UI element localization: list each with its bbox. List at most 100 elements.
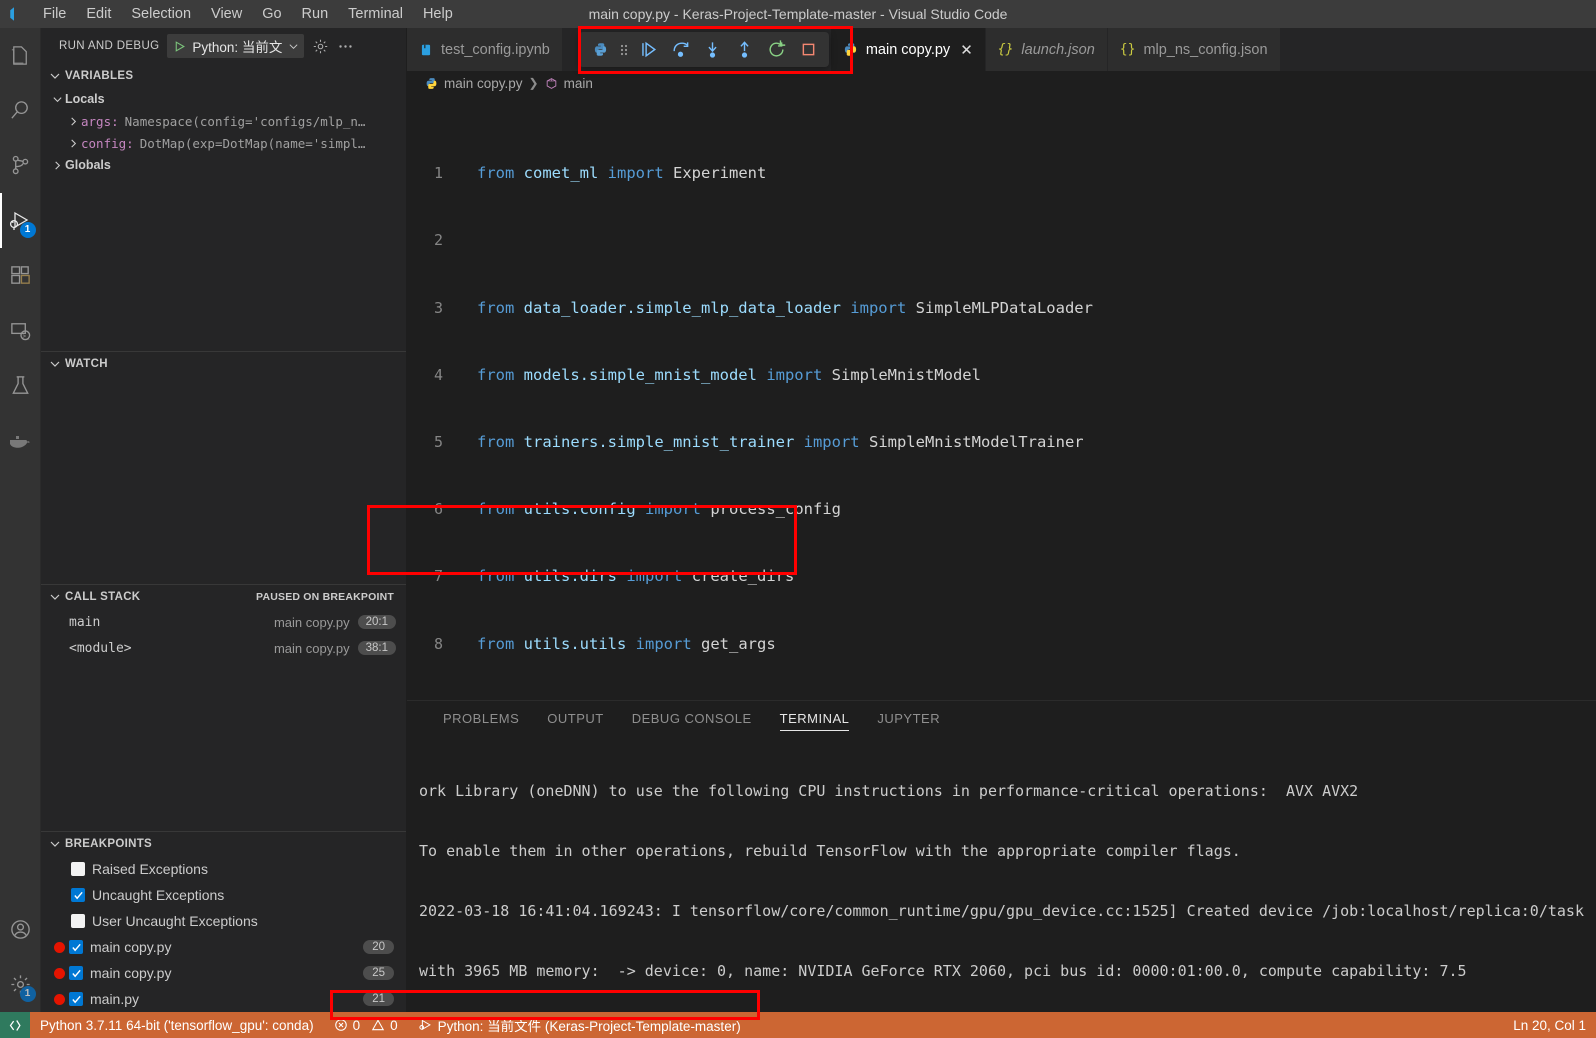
code-content[interactable]: 1 from comet_ml import Experiment 2 3 from…	[407, 95, 1596, 700]
line-number: 5	[433, 433, 443, 452]
breakpoint-file-label: main copy.py	[90, 939, 172, 955]
menu-edit[interactable]: Edit	[77, 3, 120, 25]
source-control-icon[interactable]	[0, 138, 41, 193]
checkbox-checked[interactable]	[69, 966, 83, 980]
breakpoint-raised-exceptions[interactable]: Raised Exceptions	[41, 856, 406, 882]
breakpoint-file-row[interactable]: main copy.py 20	[41, 934, 406, 960]
breadcrumb[interactable]: main copy.py ❯ main	[407, 71, 1596, 95]
remote-indicator-icon[interactable]	[0, 1012, 30, 1038]
tab-test-config-ipynb[interactable]: test_config.ipynb	[407, 28, 563, 71]
tab-mlp-ns-config-json[interactable]: {} mlp_ns_config.json	[1107, 28, 1281, 71]
menu-view[interactable]: View	[202, 3, 251, 25]
panel-tab-debug-console[interactable]: DEBUG CONSOLE	[618, 701, 766, 735]
menu-terminal[interactable]: Terminal	[339, 3, 412, 25]
breakpoint-line-number: 25	[363, 966, 394, 980]
run-and-debug-sidebar: RUN AND DEBUG Python: 当前文 VARIABLES Loca…	[41, 28, 407, 1012]
call-stack-frame[interactable]: main main copy.py 20:1	[41, 609, 406, 635]
checkbox-checked[interactable]	[69, 940, 83, 954]
variables-pane: VARIABLES Locals args: Namespace(config=…	[41, 64, 406, 176]
close-icon[interactable]: ✕	[960, 41, 973, 59]
breakpoints-header[interactable]: BREAKPOINTS	[41, 832, 406, 856]
launch-config-dropdown[interactable]: Python: 当前文	[167, 34, 305, 58]
variables-group-globals[interactable]: Globals	[41, 154, 406, 176]
step-over-button[interactable]	[665, 36, 695, 64]
terminal-output[interactable]: ork Library (oneDNN) to use the followin…	[407, 735, 1596, 1012]
breakpoint-file-row[interactable]: main.py 21	[41, 986, 406, 1012]
menu-run[interactable]: Run	[293, 3, 338, 25]
breakpoint-label: Uncaught Exceptions	[92, 887, 225, 903]
tab-label: test_config.ipynb	[441, 41, 550, 58]
tab-label: launch.json	[1021, 41, 1095, 58]
vscode-logo-icon	[0, 5, 34, 23]
tab-main-copy-py[interactable]: main copy.py ✕	[830, 28, 986, 71]
terminal-line: ork Library (oneDNN) to use the followin…	[419, 782, 1359, 800]
extensions-icon[interactable]	[0, 248, 41, 303]
debug-toolbar[interactable]	[579, 32, 829, 67]
checkbox-checked[interactable]	[71, 888, 85, 902]
restart-button[interactable]	[761, 36, 791, 64]
chevron-right-icon: ❯	[528, 76, 539, 90]
debug-settings-gear-icon[interactable]	[312, 38, 329, 55]
tab-launch-json[interactable]: {} launch.json	[985, 28, 1108, 71]
drag-handle-icon[interactable]	[617, 42, 631, 58]
problems-status[interactable]: 0 0	[324, 1012, 408, 1038]
panel-tab-jupyter[interactable]: JUPYTER	[863, 701, 954, 735]
stop-button[interactable]	[793, 36, 823, 64]
sidebar-more-actions-icon[interactable]	[337, 38, 354, 55]
panel-tab-terminal[interactable]: TERMINAL	[766, 701, 864, 735]
watch-header[interactable]: WATCH	[41, 352, 406, 376]
continue-button[interactable]	[633, 36, 663, 64]
menu-go[interactable]: Go	[253, 3, 290, 25]
chevron-right-icon	[65, 116, 81, 127]
remote-explorer-icon[interactable]: >_	[0, 303, 41, 358]
menu-selection[interactable]: Selection	[122, 3, 200, 25]
call-stack-frame[interactable]: <module> main copy.py 38:1	[41, 635, 406, 661]
breakpoint-user-uncaught-exceptions[interactable]: User Uncaught Exceptions	[41, 908, 406, 934]
panel-tab-problems[interactable]: PROBLEMS	[429, 701, 533, 735]
code-line: 4 from models.simple_mnist_model import S…	[407, 364, 1596, 386]
chevron-down-icon	[289, 43, 298, 49]
breakpoint-label: Raised Exceptions	[92, 861, 208, 877]
python-interpreter-status[interactable]: Python 3.7.11 64-bit ('tensorflow_gpu': …	[30, 1012, 324, 1038]
globals-label: Globals	[65, 158, 111, 172]
call-stack-header[interactable]: CALL STACK PAUSED ON BREAKPOINT	[41, 585, 406, 609]
variable-row-config[interactable]: config: DotMap(exp=DotMap(name='simpl…	[41, 132, 406, 154]
checkbox-checked[interactable]	[69, 992, 83, 1006]
settings-gear-icon[interactable]: 1	[0, 957, 41, 1012]
search-icon[interactable]	[0, 83, 41, 138]
breakpoint-file-row[interactable]: main copy.py 25	[41, 960, 406, 986]
launch-config-label: Python: 当前文	[192, 40, 283, 55]
breakpoint-uncaught-exceptions[interactable]: Uncaught Exceptions	[41, 882, 406, 908]
breadcrumb-symbol[interactable]: main	[564, 76, 593, 91]
workbench: 1 >_ 1 RUN AND DEBUG Python: 当前文 VARIABL…	[0, 28, 1596, 1012]
checkbox-unchecked[interactable]	[71, 862, 85, 876]
variables-group-locals[interactable]: Locals	[41, 88, 406, 110]
accounts-icon[interactable]	[0, 902, 41, 957]
menu-bar[interactable]: File Edit Selection View Go Run Terminal…	[34, 3, 462, 25]
breadcrumb-file[interactable]: main copy.py	[444, 76, 523, 91]
explorer-icon[interactable]	[0, 28, 41, 83]
frame-position: 20:1	[357, 615, 396, 629]
editor-tabs: test_config.ipynb main copy.py ✕ {} laun…	[407, 28, 1596, 71]
notebook-icon	[421, 44, 431, 55]
variables-body: Locals args: Namespace(config='configs/m…	[41, 88, 406, 176]
menu-file[interactable]: File	[34, 3, 75, 25]
frame-file: main copy.py	[273, 640, 350, 656]
step-out-button[interactable]	[729, 36, 759, 64]
step-into-button[interactable]	[697, 36, 727, 64]
breakpoint-file-label: main copy.py	[90, 965, 172, 981]
cursor-position-status[interactable]: Ln 20, Col 1	[1503, 1012, 1596, 1038]
warning-count: 0	[390, 1017, 398, 1033]
menu-help[interactable]: Help	[414, 3, 462, 25]
docker-icon[interactable]	[0, 413, 41, 468]
activity-bar: 1 >_ 1	[0, 28, 41, 1012]
checkbox-unchecked[interactable]	[71, 914, 85, 928]
variables-header[interactable]: VARIABLES	[41, 64, 406, 88]
testing-icon[interactable]	[0, 358, 41, 413]
code-editor[interactable]: 1 from comet_ml import Experiment 2 3 from…	[407, 95, 1596, 700]
panel-tab-output[interactable]: OUTPUT	[533, 701, 617, 735]
variable-row-args[interactable]: args: Namespace(config='configs/mlp_n…	[41, 110, 406, 132]
debug-target-status[interactable]: Python: 当前文件 (Keras-Project-Template-mas…	[408, 1012, 751, 1038]
run-and-debug-icon[interactable]: 1	[0, 193, 41, 248]
sidebar-header: RUN AND DEBUG Python: 当前文	[41, 28, 406, 64]
